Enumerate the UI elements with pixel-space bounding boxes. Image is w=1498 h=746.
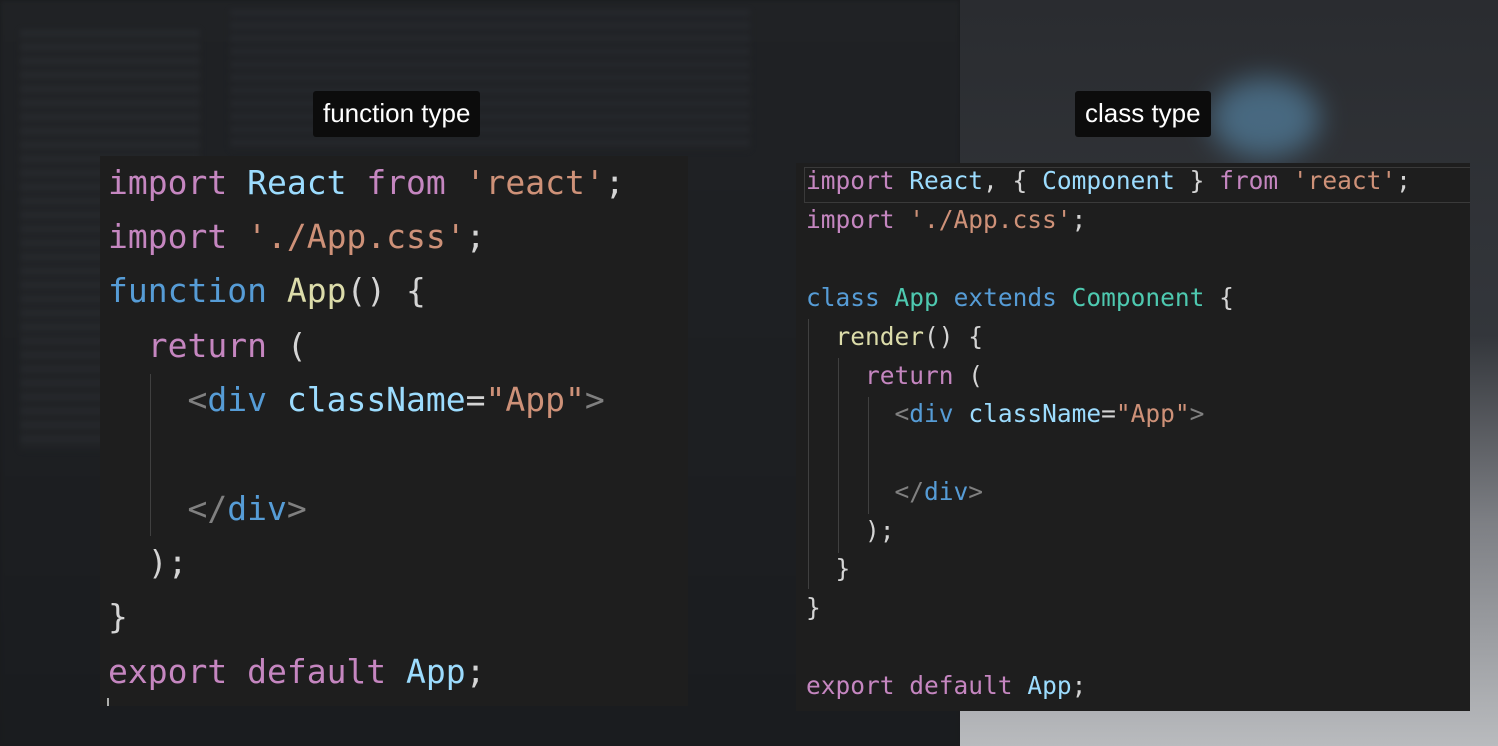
blurred-logo — [1210, 78, 1320, 158]
code-line-1[interactable]: import React from 'react'; — [108, 156, 625, 210]
code-line-8[interactable]: ); — [108, 536, 188, 590]
code-line-7[interactable]: <div className="App"> — [806, 394, 1205, 433]
code-line-14[interactable]: export default App; — [806, 666, 1086, 705]
code-line-5[interactable]: render() { — [806, 317, 984, 356]
code-line-11[interactable]: } — [806, 549, 851, 588]
code-line-4[interactable]: class App extends Component { — [806, 278, 1234, 317]
code-line-7[interactable]: </div> — [108, 482, 306, 536]
text-cursor — [107, 698, 109, 706]
code-line-4[interactable]: return ( — [108, 319, 307, 373]
code-line-9[interactable]: } — [108, 590, 128, 644]
code-line-12[interactable]: } — [806, 588, 821, 627]
code-line-3[interactable]: function App() { — [108, 264, 426, 318]
class-code-panel[interactable]: import React, { Component } from 'react'… — [796, 163, 1470, 711]
code-line-5[interactable]: <div className="App"> — [108, 373, 604, 427]
function-type-caption: function type — [313, 91, 481, 137]
function-code-panel[interactable]: import React from 'react'; import './App… — [100, 156, 688, 706]
code-line-9[interactable]: </div> — [806, 472, 984, 511]
blurred-editor-lines — [230, 10, 750, 150]
code-line-6[interactable]: return ( — [806, 356, 983, 395]
code-line-1[interactable]: import React, { Component } from 'react'… — [806, 163, 1411, 200]
code-line-2[interactable]: import './App.css'; — [806, 200, 1086, 239]
code-line-10[interactable]: export default App; — [108, 645, 486, 699]
class-type-caption: class type — [1075, 91, 1211, 137]
code-line-2[interactable]: import './App.css'; — [108, 210, 486, 264]
code-line-10[interactable]: ); — [806, 511, 895, 550]
